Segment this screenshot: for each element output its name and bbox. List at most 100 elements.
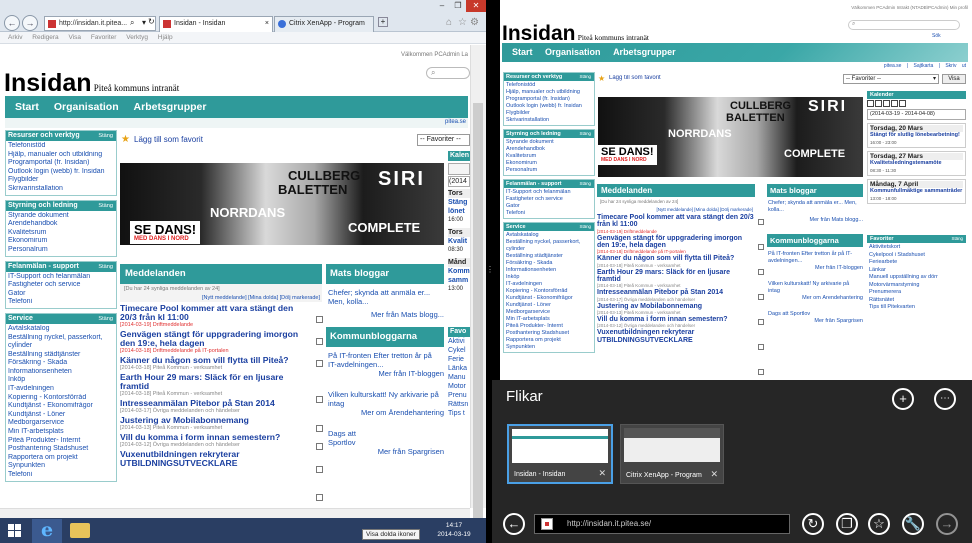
news-checkbox[interactable]	[758, 294, 764, 300]
calendar-day-icon[interactable]	[867, 100, 874, 107]
link-outlook[interactable]: Outlook login (webb) fr. Insidan	[8, 168, 114, 177]
menu-arkiv[interactable]: Arkiv	[8, 34, 22, 41]
forward-icon[interactable]: →	[936, 513, 958, 535]
link-itsupport[interactable]: IT-Support och felanmälan	[8, 273, 114, 282]
link-posthantering[interactable]: Posthantering Stadshuset	[506, 330, 592, 337]
link-telefoni-2[interactable]: Telefoni	[8, 471, 114, 480]
calendar-event-title[interactable]: Kommunfullmäktige sammanträder	[870, 188, 963, 195]
link-informationsenheten[interactable]: Informationsenheten	[8, 368, 114, 377]
vertical-scrollbar[interactable]	[470, 45, 486, 543]
cal-event-3b[interactable]: samm	[448, 276, 470, 285]
close-box-link[interactable]: Stäng	[98, 314, 113, 324]
minimize-icon[interactable]: –	[434, 0, 450, 12]
search-button[interactable]: Sök	[932, 33, 941, 39]
link-ekonomirum[interactable]: Ekonomirum	[506, 160, 592, 167]
link-arendehandbok[interactable]: Ärendehandbok	[506, 146, 592, 153]
kommun-entry-3[interactable]: Dags att Sportlov	[326, 417, 444, 447]
link-outlook[interactable]: Outlook login (webb) fr. Insidan	[506, 103, 592, 110]
link-min-it[interactable]: Min IT-arbetsplats	[8, 428, 114, 437]
news-item-title[interactable]: Känner du någon som vill flytta till Pit…	[120, 356, 312, 365]
kommun-entry-3[interactable]: Dags att Sportlov	[767, 302, 863, 318]
link-kundtjanst-ekonomi[interactable]: Kundtjänst - Ekonomifrågor	[506, 295, 592, 302]
blog-text[interactable]: Chefer; skynda att anmäla er... Men, kol…	[767, 197, 863, 217]
kommun-more-1[interactable]: Mer från IT-bloggen	[326, 369, 444, 378]
fav-link[interactable]: Tips t	[448, 409, 470, 418]
news-item-title[interactable]: Vuxenutbildningen rekryterar UTBILDNINGS…	[597, 329, 755, 344]
news-checkbox[interactable]	[758, 269, 764, 275]
link-forsakring[interactable]: Försäkring - Skada	[506, 260, 592, 267]
close-tab-icon[interactable]: ✕	[710, 469, 718, 480]
fav-prenumerera[interactable]: Prenumerera	[869, 289, 964, 297]
close-box-link[interactable]: Stäng	[98, 201, 113, 211]
menu-favoriter[interactable]: Favoriter	[91, 34, 117, 41]
kommun-entry-1[interactable]: På IT-fronten Efter tretton år på IT-avd…	[767, 247, 863, 265]
fav-aktivitetskort[interactable]: Aktivitetskort	[869, 244, 964, 252]
link-rapportera[interactable]: Rapportera om projekt	[8, 454, 114, 463]
nav-organisation[interactable]: Organisation	[545, 43, 601, 62]
tab-insidan[interactable]: Insidan - Insidan ×	[159, 16, 273, 32]
close-window-icon[interactable]: ✕	[466, 0, 486, 12]
fav-link[interactable]: Länka	[448, 364, 470, 373]
menu-redigera[interactable]: Redigera	[32, 34, 58, 41]
link-forsakring[interactable]: Försäkring - Skada	[8, 359, 114, 368]
link-synpunkten[interactable]: Synpunkten	[8, 462, 114, 471]
fav-link[interactable]: Ferie	[448, 355, 470, 364]
fav-link[interactable]: Prenu	[448, 391, 470, 400]
start-icon[interactable]	[8, 524, 21, 537]
calendar-event-title[interactable]: Stängt för slutlig lönebearbetning!	[870, 132, 963, 139]
calendar-week-icon[interactable]	[875, 100, 882, 107]
link-flygbilder[interactable]: Flygbilder	[506, 110, 592, 117]
tab-citrix[interactable]: Citrix XenApp - Program	[274, 16, 374, 32]
link-medborgarservice[interactable]: Medborgarservice	[506, 309, 592, 316]
search-input-right[interactable]: ⌕	[848, 20, 960, 30]
news-checkbox[interactable]	[758, 369, 764, 375]
news-item-title[interactable]: Justering av Mobilabonnemang	[120, 416, 312, 425]
news-checkbox[interactable]	[316, 443, 323, 450]
news-checkbox[interactable]	[758, 244, 764, 250]
news-checkbox[interactable]	[758, 344, 764, 350]
new-tab-icon[interactable]: +	[378, 17, 388, 27]
link-styrande[interactable]: Styrande dokument	[506, 139, 592, 146]
news-item-title[interactable]: Intresseanmälan Pitebor på Stan 2014	[120, 399, 312, 408]
blog-more[interactable]: Mer från Mats blogg...	[326, 310, 444, 319]
favorites-select[interactable]: -- Favoriter -- ▾	[843, 74, 939, 84]
dance-banner[interactable]: SE DANS! MED DANS I NORD NORRDANS CULLBER…	[598, 97, 863, 177]
link-medborgarservice[interactable]: Medborgarservice	[8, 419, 114, 428]
fav-link[interactable]: Aktivi	[448, 337, 470, 346]
link-rapportera[interactable]: Rapportera om projekt	[506, 337, 592, 344]
close-box-link[interactable]: Stäng	[580, 130, 591, 138]
back-icon[interactable]: ←	[503, 513, 525, 535]
kommun-more-1[interactable]: Mer från IT-bloggen	[767, 265, 863, 272]
link-telefonistod[interactable]: Telefonistöd	[506, 82, 592, 89]
calendar-month-icon[interactable]	[883, 100, 890, 107]
link-it-avdelningen[interactable]: IT-avdelningen	[8, 385, 114, 394]
fav-motorvarmar[interactable]: Motorvärmarstyrning	[869, 282, 964, 290]
news-checkbox[interactable]	[758, 219, 764, 225]
link-fastigheter[interactable]: Fastigheter och service	[8, 281, 114, 290]
link-styrande[interactable]: Styrande dokument	[8, 212, 114, 221]
back-icon[interactable]: ←	[4, 15, 20, 31]
link-min-it[interactable]: Min IT-arbetsplats	[506, 316, 592, 323]
news-checkbox[interactable]	[316, 494, 323, 501]
link-itsupport[interactable]: IT-Support och felanmälan	[506, 189, 592, 196]
address-bar[interactable]: http://insidan.it.pitea...	[44, 16, 156, 31]
sajtkarta-link[interactable]: Sajtkarta	[914, 63, 934, 69]
fav-tips[interactable]: Tips till Pitekvarten	[869, 304, 964, 312]
news-actions[interactable]: [Nytt meddelande] [Mina dolda] [Dölj mar…	[120, 294, 322, 302]
close-tab-icon[interactable]: ×	[265, 17, 269, 31]
news-item-title[interactable]: Genvägen stängt för uppgradering imorgon…	[597, 235, 755, 250]
link-personalrum[interactable]: Personalrum	[8, 246, 114, 255]
link-hjalp[interactable]: Hjälp, manualer och utbildning	[506, 89, 592, 96]
link-pitea-produkter[interactable]: Piteå Produkter- Internt	[8, 437, 114, 446]
metro-tab-insidan[interactable]: Insidan - Insidan ✕	[507, 424, 613, 484]
dance-banner[interactable]: SE DANS! MED DANS I NORD NORRDANS CULLBER…	[120, 163, 444, 245]
link-skrivarinstallation[interactable]: Skrivarinstallation	[8, 185, 114, 194]
link-gator[interactable]: Gator	[8, 290, 114, 299]
news-checkbox[interactable]	[758, 319, 764, 325]
fav-link[interactable]: Rättsn	[448, 400, 470, 409]
news-checkbox[interactable]	[316, 316, 323, 323]
news-item-title[interactable]: Timecare Pool kommer att vara stängt den…	[597, 214, 755, 229]
favorites-star-icon[interactable]: ☆	[458, 17, 467, 28]
link-kopiering[interactable]: Kopiering - Kontorsförråd	[8, 394, 114, 403]
link-programportal[interactable]: Programportal (fr. Insidan)	[8, 159, 114, 168]
